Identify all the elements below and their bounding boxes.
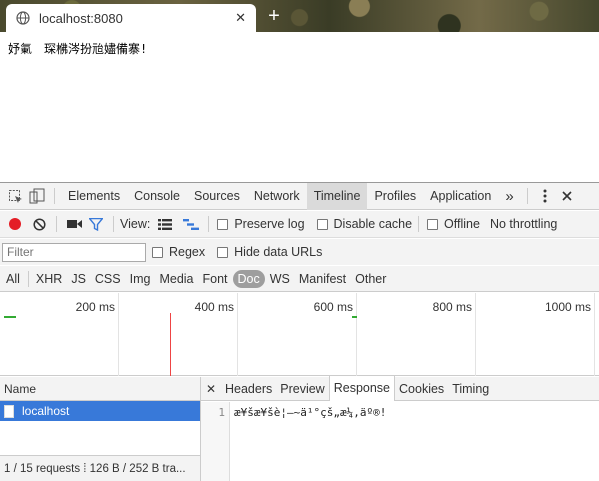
tab-sources[interactable]: Sources: [187, 183, 247, 210]
filter-icon[interactable]: [85, 213, 107, 235]
request-name: localhost: [22, 404, 70, 418]
line-number: 1: [218, 406, 225, 419]
request-bar: [352, 316, 357, 318]
response-viewer[interactable]: 1 æ¥šæ¥šè¦—~ä¹°çš„æ¼‚äº®!: [201, 402, 599, 481]
type-other[interactable]: Other: [351, 270, 390, 288]
tick-label: 400 ms: [194, 300, 234, 314]
regex-label: Regex: [169, 245, 206, 259]
waterfall-view-icon[interactable]: [180, 213, 202, 235]
type-doc[interactable]: Doc: [232, 269, 265, 288]
close-tab-icon[interactable]: ✕: [235, 11, 246, 26]
request-list: Name localhost 1 / 15 requests ⁞ 126 B /…: [0, 377, 229, 481]
toolbar-divider: [208, 216, 210, 232]
toolbar-divider: [113, 216, 114, 232]
tab-preview[interactable]: Preview: [276, 377, 328, 401]
offline-label: Offline: [444, 217, 480, 231]
devtools-main-tabs: Elements Console Sources Network Timelin…: [0, 182, 599, 210]
type-xhr[interactable]: XHR: [32, 270, 66, 288]
filter-row: Regex Hide data URLs: [0, 239, 599, 265]
type-manifest[interactable]: Manifest: [295, 270, 350, 288]
new-tab-button[interactable]: +: [264, 6, 284, 26]
disable-cache-label: Disable cache: [333, 217, 413, 231]
toolbar-divider: [418, 216, 420, 232]
tab-elements[interactable]: Elements: [61, 183, 127, 210]
preserve-log-checkbox[interactable]: [217, 218, 229, 230]
hide-data-urls-checkbox[interactable]: [217, 246, 229, 258]
tick-label: 800 ms: [432, 300, 472, 314]
network-toolbar: View: Preserve log Disable cache Offline…: [0, 211, 599, 238]
tab-console[interactable]: Console: [127, 183, 187, 210]
grid-line: [356, 293, 357, 376]
type-ws[interactable]: WS: [266, 270, 294, 288]
type-font[interactable]: Font: [199, 270, 232, 288]
tab-response[interactable]: Response: [328, 376, 396, 401]
inspect-element-icon[interactable]: [4, 185, 26, 207]
request-summary: 1 / 15 requests ⁞ 126 B / 252 B tra...: [0, 455, 228, 481]
type-all[interactable]: All: [2, 270, 24, 288]
more-tabs-button[interactable]: »: [498, 183, 520, 210]
request-detail: ✕ Headers Preview Response Cookies Timin…: [200, 376, 599, 481]
tab-cookies[interactable]: Cookies: [395, 377, 448, 401]
clear-icon[interactable]: [28, 213, 50, 235]
devtools-panel: Elements Console Sources Network Timelin…: [0, 182, 599, 481]
load-event-marker: [170, 313, 171, 376]
tab-headers[interactable]: Headers: [221, 377, 276, 401]
resource-type-filter: All XHR JS CSS Img Media Font Doc WS Man…: [0, 266, 599, 292]
tab-profiles[interactable]: Profiles: [367, 183, 423, 210]
tab-application[interactable]: Application: [423, 183, 498, 210]
name-column-header[interactable]: Name: [0, 377, 228, 401]
request-bar: [4, 316, 16, 318]
network-overview[interactable]: 200 ms 400 ms 600 ms 800 ms 1000 ms: [0, 293, 599, 376]
type-media[interactable]: Media: [155, 270, 197, 288]
grid-line: [118, 293, 119, 376]
grid-line: [475, 293, 476, 376]
toolbar-divider: [56, 216, 57, 232]
browser-tab-strip: localhost:8080 ✕ +: [0, 0, 599, 32]
tick-label: 1000 ms: [544, 300, 591, 314]
preserve-log-label: Preserve log: [234, 217, 305, 231]
tab-title: localhost:8080: [39, 10, 123, 26]
filter-input[interactable]: [2, 242, 146, 262]
type-js[interactable]: JS: [67, 270, 90, 288]
kebab-menu-icon[interactable]: [534, 185, 556, 207]
document-icon: [4, 404, 14, 418]
view-label: View:: [120, 217, 151, 231]
browser-tab[interactable]: localhost:8080 ✕: [6, 4, 256, 32]
hide-data-urls-label: Hide data URLs: [234, 245, 323, 259]
globe-icon: [16, 11, 30, 25]
tick-label: 600 ms: [313, 300, 353, 314]
video-camera-icon[interactable]: [63, 213, 85, 235]
disable-cache-checkbox[interactable]: [316, 218, 328, 230]
tab-timing[interactable]: Timing: [448, 377, 493, 401]
toolbar-divider: [526, 188, 528, 204]
regex-checkbox[interactable]: [152, 246, 163, 258]
type-img[interactable]: Img: [126, 270, 155, 288]
close-detail-icon[interactable]: ✕: [201, 382, 221, 396]
grid-line: [594, 293, 595, 376]
grid-line: [237, 293, 238, 376]
type-css[interactable]: CSS: [91, 270, 125, 288]
page-body-text: 妤氭 琛梻涔扮兘嬧備寨!: [8, 42, 148, 56]
tick-label: 200 ms: [75, 300, 115, 314]
tab-timeline[interactable]: Timeline: [306, 182, 368, 210]
detail-tabs: ✕ Headers Preview Response Cookies Timin…: [201, 376, 599, 401]
type-divider: [27, 270, 29, 287]
list-item[interactable]: localhost: [0, 401, 228, 421]
offline-checkbox[interactable]: [427, 218, 439, 230]
response-body: æ¥šæ¥šè¦—~ä¹°çš„æ¼‚äº®!: [234, 406, 387, 419]
throttling-select[interactable]: No throttling: [490, 217, 557, 231]
list-view-icon[interactable]: [154, 213, 176, 235]
toolbar-divider: [54, 188, 55, 204]
record-icon[interactable]: [9, 218, 21, 230]
tab-network[interactable]: Network: [247, 183, 307, 210]
device-toolbar-icon[interactable]: [26, 185, 48, 207]
close-devtools-icon[interactable]: [556, 185, 578, 207]
line-gutter: 1: [201, 402, 230, 481]
